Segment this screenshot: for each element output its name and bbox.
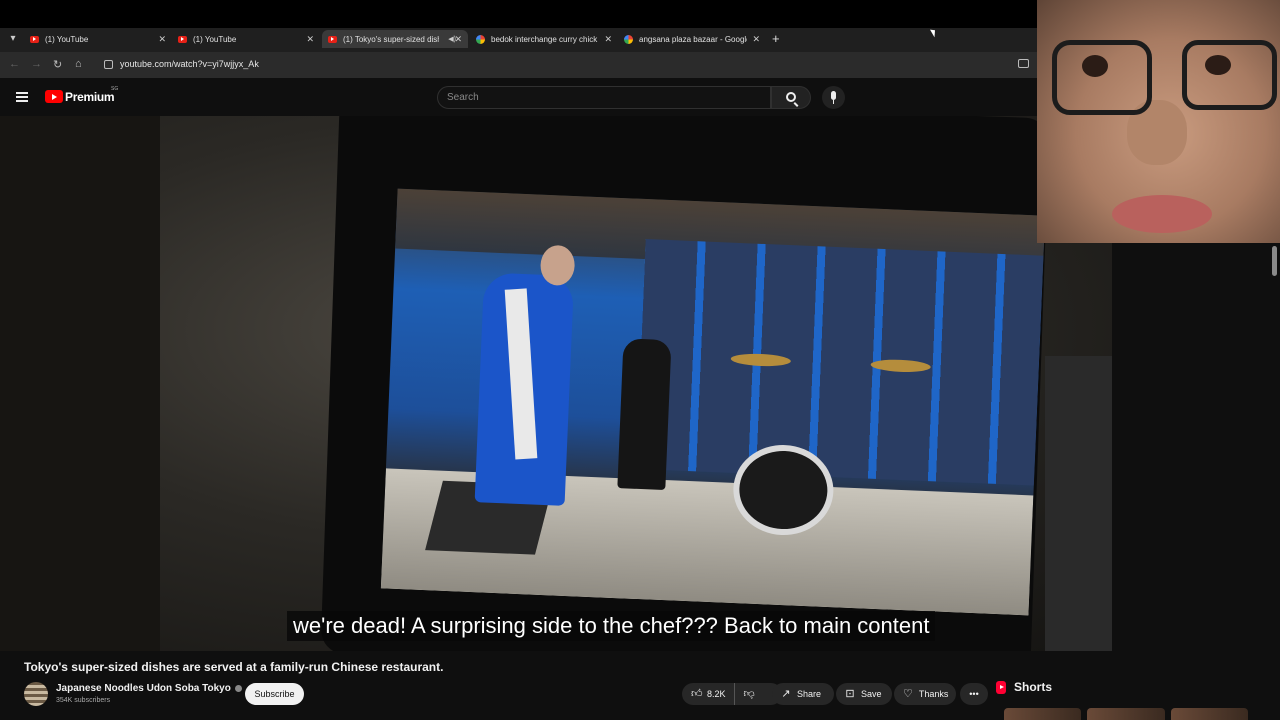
thanks-heart-dollar-icon: ♡ — [903, 688, 913, 700]
video-player[interactable] — [0, 116, 1112, 651]
reload-icon[interactable]: ↻ — [53, 58, 62, 71]
country-code: SG — [111, 86, 119, 92]
thanks-button[interactable]: ♡ Thanks — [894, 683, 956, 705]
short-thumbnail[interactable] — [1004, 708, 1082, 720]
shorts-section-header[interactable]: Shorts — [996, 680, 1052, 694]
thumbs-up-icon: 👍︎ — [691, 688, 703, 700]
tab-title: bedok interchange curry chick — [491, 34, 598, 44]
voice-search-mic-icon[interactable] — [822, 86, 845, 109]
subtitle-caption: we're dead! A surprising side to the che… — [287, 611, 936, 641]
search-icon — [786, 92, 796, 102]
shorts-thumbnails[interactable] — [1004, 708, 1248, 720]
youtube-favicon-icon — [178, 35, 187, 43]
tab-active-video[interactable]: (1) Tokyo's super-sized dish ◀) ✕ — [322, 30, 468, 48]
verified-icon — [234, 684, 242, 692]
save-button[interactable]: ⊡ Save — [836, 683, 892, 705]
tab-title: angsana plaza bazaar - Google — [639, 34, 747, 44]
site-info-icon[interactable] — [104, 60, 113, 69]
tab-google-2[interactable]: angsana plaza bazaar - Google ✕ — [624, 30, 760, 48]
short-thumbnail[interactable] — [1170, 708, 1248, 720]
home-icon[interactable]: ⌂ — [75, 58, 82, 70]
short-thumbnail[interactable] — [1087, 708, 1165, 720]
close-tab-icon[interactable]: ✕ — [158, 34, 166, 45]
google-favicon-icon — [624, 34, 633, 44]
screen: ▾ (1) YouTube ✕ (1) YouTube ✕ (1) Tokyo'… — [0, 0, 1280, 720]
google-favicon-icon — [476, 34, 485, 44]
like-dislike-group: 👍︎ 8.2K 👎︎ — [682, 683, 782, 705]
related-sidebar — [1112, 243, 1280, 720]
youtube-favicon-icon — [30, 35, 39, 43]
back-arrow-icon[interactable]: ← — [9, 58, 20, 70]
tab-google-1[interactable]: bedok interchange curry chick ✕ — [476, 30, 612, 48]
subscribe-button[interactable]: Subscribe — [245, 683, 304, 705]
brand-premium[interactable]: Premium — [65, 90, 115, 104]
cast-icon[interactable] — [1018, 59, 1029, 68]
close-tab-icon[interactable]: ✕ — [752, 34, 760, 45]
search-box — [437, 86, 771, 109]
channel-name[interactable]: Japanese Noodles Udon Soba Tokyo — [56, 683, 242, 694]
search-input[interactable] — [438, 87, 770, 108]
tab-title: (1) Tokyo's super-sized dish — [343, 34, 439, 44]
tab-search-chevron-icon[interactable]: ▾ — [6, 32, 20, 46]
close-tab-icon[interactable]: ✕ — [306, 34, 314, 45]
search-button[interactable] — [771, 86, 811, 109]
youtube-favicon-icon — [328, 35, 337, 43]
like-count: 8.2K — [707, 689, 726, 699]
shorts-icon — [996, 680, 1006, 694]
scrollbar-thumb[interactable] — [1272, 246, 1277, 276]
youtube-logo-icon[interactable] — [45, 90, 63, 103]
close-tab-icon[interactable]: ✕ — [604, 34, 612, 45]
new-tab-plus-icon[interactable]: + — [772, 31, 780, 46]
url-field[interactable]: youtube.com/watch?v=yi7wjjyx_Ak — [120, 59, 259, 69]
tab-title: (1) YouTube — [45, 34, 89, 44]
tab-youtube-2[interactable]: (1) YouTube ✕ — [178, 30, 314, 48]
video-title: Tokyo's super-sized dishes are served at… — [24, 660, 444, 674]
like-button[interactable]: 👍︎ 8.2K — [682, 683, 735, 705]
tab-youtube-1[interactable]: (1) YouTube ✕ — [30, 30, 166, 48]
channel-avatar[interactable] — [24, 682, 48, 706]
video-frame-concert-scene — [380, 188, 1046, 616]
share-arrow-icon: ↗ — [781, 688, 791, 700]
tab-title: (1) YouTube — [193, 34, 237, 44]
share-button[interactable]: ↗ Share — [772, 683, 834, 705]
more-actions-button[interactable]: ••• — [960, 683, 988, 705]
more-dots-icon: ••• — [969, 689, 979, 699]
subscriber-count: 354K subscribers — [56, 697, 111, 704]
webcam-overlay — [1037, 0, 1280, 243]
forward-arrow-icon[interactable]: → — [31, 58, 42, 70]
menu-icon[interactable] — [16, 92, 28, 102]
dislike-button[interactable]: 👎︎ — [735, 683, 763, 705]
bookmark-icon: ⊡ — [845, 688, 855, 700]
thumbs-down-icon: 👎︎ — [743, 688, 755, 700]
close-tab-icon[interactable]: ✕ — [454, 34, 462, 45]
